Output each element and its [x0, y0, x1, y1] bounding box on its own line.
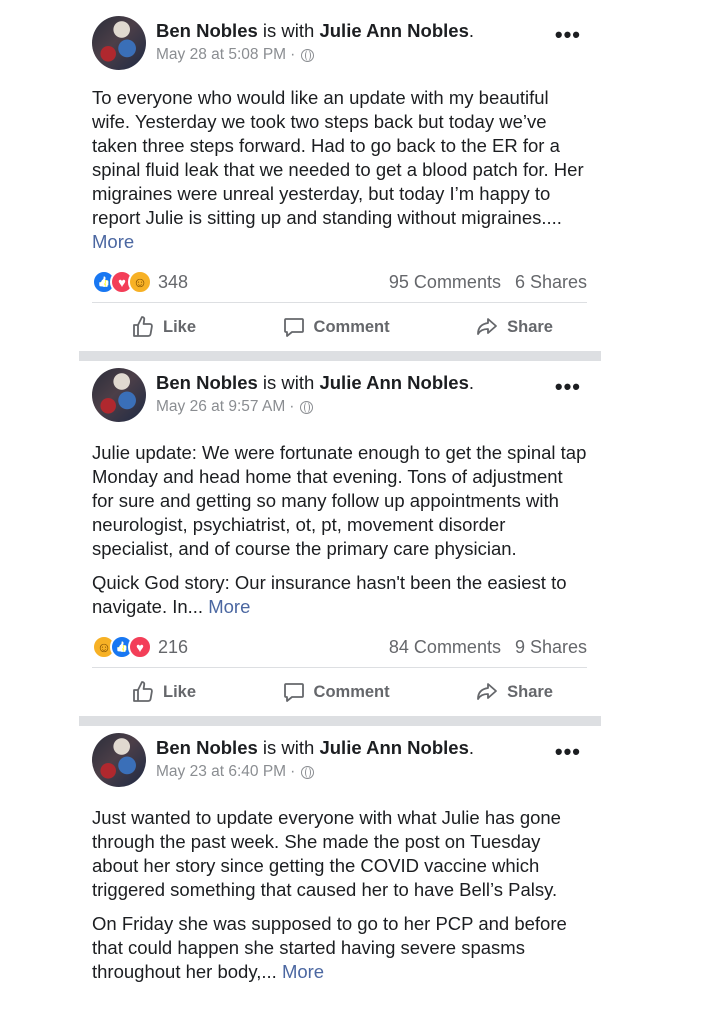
author-name[interactable]: Ben Nobles [156, 737, 258, 758]
comments-count[interactable]: 84 Comments [389, 637, 501, 658]
globe-icon [300, 400, 314, 414]
comment-label: Comment [313, 682, 390, 701]
post-actions: Like Comment Share [79, 303, 601, 351]
comment-button[interactable]: Comment [282, 680, 390, 704]
post-meta: May 26 at 9:57 AM · [156, 398, 314, 416]
post-date[interactable]: May 26 at 9:57 AM [156, 398, 285, 416]
post-stats: 216 84 Comments 9 Shares [92, 629, 587, 668]
like-label: Like [163, 317, 197, 336]
avatar[interactable] [92, 16, 146, 70]
post-body: To everyone who would like an update wit… [79, 76, 601, 254]
like-button[interactable]: Like [131, 315, 196, 339]
post-date[interactable]: May 23 at 6:40 PM [156, 763, 286, 781]
share-icon [477, 683, 498, 700]
share-button[interactable]: Share [475, 315, 553, 339]
post-body: Just wanted to update everyone with what… [79, 792, 601, 984]
post-meta: May 23 at 6:40 PM · [156, 763, 315, 781]
reactions-summary[interactable]: 216 [92, 635, 188, 659]
post-text: On Friday she was supposed to go to her … [92, 913, 567, 982]
see-more-link[interactable]: More [92, 231, 134, 252]
reaction-count: 216 [158, 636, 189, 657]
post-separator [79, 716, 601, 726]
share-icon [477, 318, 498, 335]
avatar[interactable] [92, 733, 146, 787]
share-label: Share [507, 317, 553, 336]
post-text: Just wanted to update everyone with what… [92, 807, 561, 900]
more-options-icon[interactable]: ••• [555, 376, 581, 398]
reaction-count: 348 [158, 271, 189, 292]
with-text: is with [262, 737, 315, 758]
love-icon [128, 635, 152, 659]
post-actions: Like Comment Share [79, 668, 601, 716]
news-feed: Ben Nobles is with Julie Ann Nobles. May… [79, 0, 601, 994]
tagged-name[interactable]: Julie Ann Nobles [319, 372, 468, 393]
reactions-summary[interactable]: 348 [92, 270, 188, 294]
post-text: Quick God story: Our insurance hasn't be… [92, 572, 567, 617]
comment-icon [283, 318, 304, 337]
like-label: Like [163, 682, 197, 701]
comments-count[interactable]: 95 Comments [389, 272, 501, 293]
post-author-line: Ben Nobles is with Julie Ann Nobles. [156, 20, 475, 41]
post-separator [79, 351, 601, 361]
post-author-line: Ben Nobles is with Julie Ann Nobles. [156, 737, 475, 758]
globe-icon [301, 48, 315, 62]
thumbs-up-icon [133, 681, 153, 702]
thumbs-up-icon [133, 316, 153, 337]
post-header: Ben Nobles is with Julie Ann Nobles. May… [79, 726, 601, 792]
globe-icon [301, 765, 315, 779]
post-text: Julie update: We were fortunate enough t… [92, 442, 587, 559]
tagged-name[interactable]: Julie Ann Nobles [319, 20, 468, 41]
avatar[interactable] [92, 368, 146, 422]
post-header: Ben Nobles is with Julie Ann Nobles. May… [79, 0, 601, 76]
author-name[interactable]: Ben Nobles [156, 20, 258, 41]
share-button[interactable]: Share [475, 680, 553, 704]
author-name[interactable]: Ben Nobles [156, 372, 258, 393]
post-author-line: Ben Nobles is with Julie Ann Nobles. [156, 372, 475, 393]
see-more-link[interactable]: More [282, 961, 324, 982]
care-icon [128, 270, 152, 294]
post-stats: 348 95 Comments 6 Shares [92, 264, 587, 303]
with-text: is with [262, 20, 315, 41]
post: Ben Nobles is with Julie Ann Nobles. May… [79, 726, 601, 984]
comment-label: Comment [313, 317, 390, 336]
post: Ben Nobles is with Julie Ann Nobles. May… [79, 0, 601, 351]
shares-count[interactable]: 6 Shares [515, 272, 587, 293]
shares-count[interactable]: 9 Shares [515, 637, 587, 658]
post-meta: May 28 at 5:08 PM · [156, 46, 315, 64]
comment-icon [283, 683, 304, 702]
see-more-link[interactable]: More [208, 596, 250, 617]
post-text: To everyone who would like an update wit… [92, 87, 584, 228]
post-header: Ben Nobles is with Julie Ann Nobles. May… [79, 361, 601, 427]
like-button[interactable]: Like [131, 680, 196, 704]
post-body: Julie update: We were fortunate enough t… [79, 427, 601, 619]
comment-button[interactable]: Comment [282, 315, 390, 339]
more-options-icon[interactable]: ••• [555, 24, 581, 46]
with-text: is with [262, 372, 315, 393]
more-options-icon[interactable]: ••• [555, 741, 581, 763]
share-label: Share [507, 682, 553, 701]
post-date[interactable]: May 28 at 5:08 PM [156, 46, 286, 64]
tagged-name[interactable]: Julie Ann Nobles [319, 737, 468, 758]
post: Ben Nobles is with Julie Ann Nobles. May… [79, 361, 601, 716]
